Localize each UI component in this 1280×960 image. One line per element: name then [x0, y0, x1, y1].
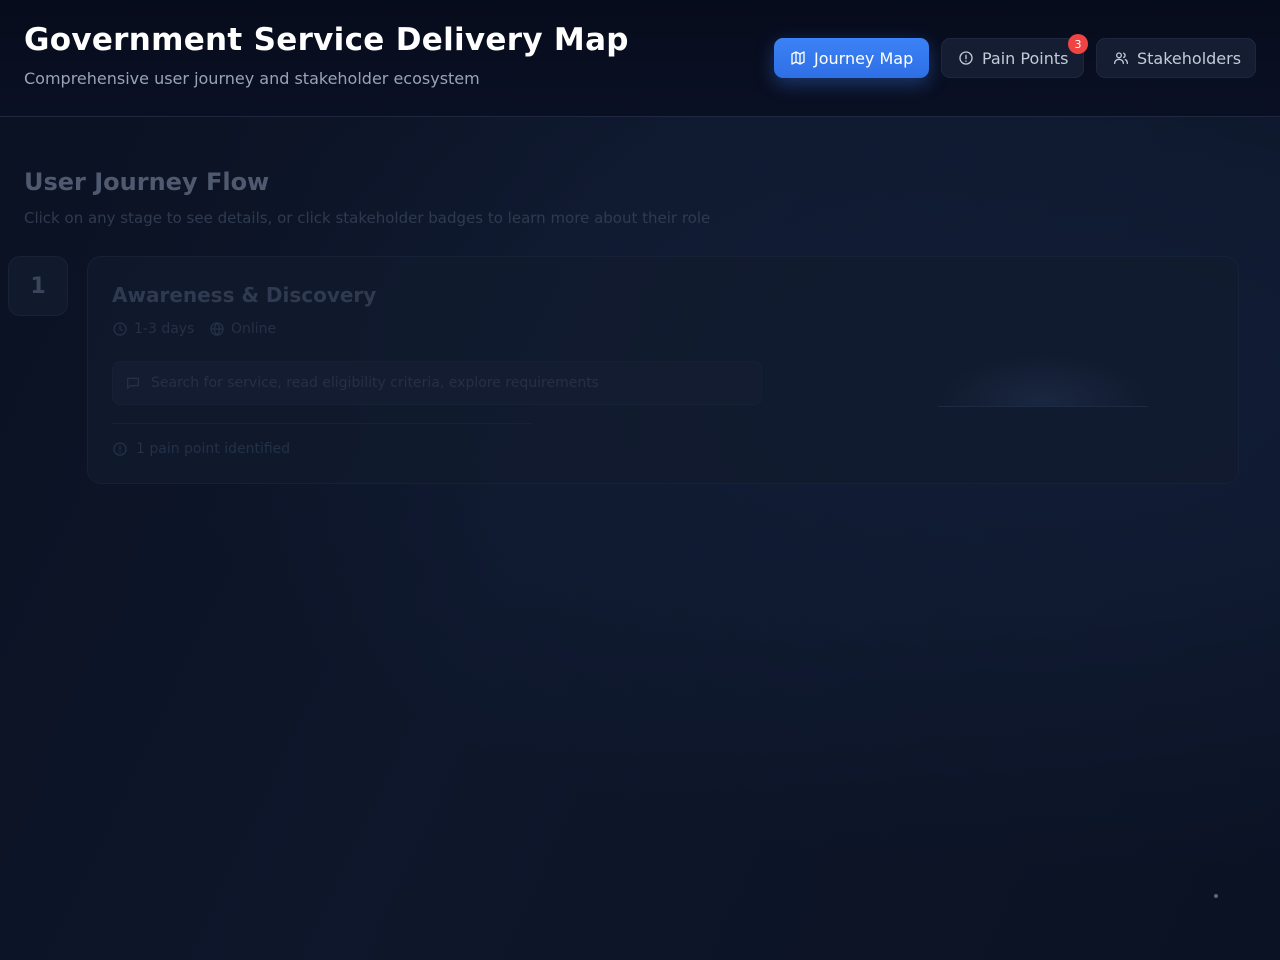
stage-channel: Online: [209, 321, 276, 337]
stage-activity: Search for service, read eligibility cri…: [112, 361, 762, 405]
stage-pain-summary[interactable]: 1 pain point identified: [112, 441, 290, 457]
globe-icon: [210, 322, 224, 336]
tab-journey-map[interactable]: Journey Map: [774, 38, 929, 78]
map-icon: [791, 51, 805, 65]
tab-pain-points-label: Pain Points: [982, 48, 1069, 68]
stage-channel-label: Online: [231, 321, 277, 337]
section-title: User Journey Flow: [24, 168, 270, 196]
tab-pain-points[interactable]: Pain Points: [941, 38, 1084, 78]
divider: [112, 423, 532, 424]
section-description: Click on any stage to see details, or cl…: [24, 209, 711, 227]
app-header: Government Service Delivery Map Comprehe…: [0, 0, 1280, 117]
page-title: Government Service Delivery Map: [24, 22, 629, 58]
decorative-glow: [938, 355, 1148, 407]
alert-circle-icon: [113, 442, 127, 456]
tab-stakeholders-label: Stakeholders: [1137, 48, 1242, 68]
page-subtitle: Comprehensive user journey and stakehold…: [24, 69, 480, 88]
stage-card[interactable]: Awareness & Discovery 1-3 days Online Se…: [87, 256, 1239, 484]
stage-duration-label: 1-3 days: [134, 321, 195, 337]
pain-points-count-badge: 3: [1068, 34, 1088, 54]
stage-number-badge[interactable]: 1: [8, 256, 68, 316]
tab-stakeholders[interactable]: Stakeholders: [1096, 38, 1256, 78]
stage-activity-text: Search for service, read eligibility cri…: [151, 375, 599, 391]
stage-title: Awareness & Discovery: [112, 283, 377, 307]
clock-icon: [113, 322, 127, 336]
users-icon: [1114, 52, 1128, 64]
stage-duration: 1-3 days: [112, 321, 194, 337]
message-square-icon: [127, 377, 139, 389]
alert-circle-icon: [959, 51, 973, 65]
decorative-dot: [1214, 894, 1218, 898]
tab-journey-map-label: Journey Map: [814, 48, 914, 68]
stage-pain-summary-text: 1 pain point identified: [136, 441, 291, 457]
